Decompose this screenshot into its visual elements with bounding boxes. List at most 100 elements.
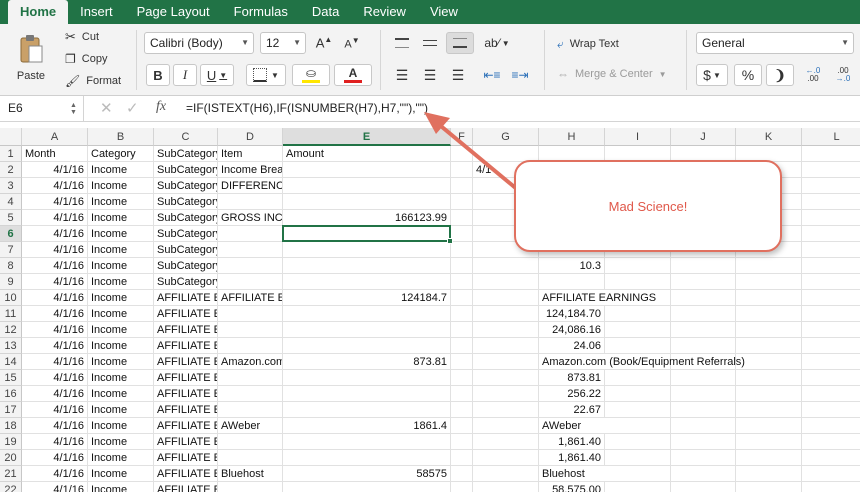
cell-g13[interactable]	[473, 338, 539, 354]
cell-g16[interactable]	[473, 386, 539, 402]
cell-h16[interactable]: 256.22	[539, 386, 605, 402]
cell-l20[interactable]	[802, 450, 860, 466]
cell-k17[interactable]	[736, 402, 802, 418]
column-header-a[interactable]: A	[22, 128, 88, 146]
cell-l19[interactable]	[802, 434, 860, 450]
column-header-d[interactable]: D	[218, 128, 283, 146]
cell-g9[interactable]	[473, 274, 539, 290]
cell-c4[interactable]: SubCategory	[154, 194, 218, 210]
row-header[interactable]: 18	[0, 418, 22, 434]
cell-l12[interactable]	[802, 322, 860, 338]
cell-l9[interactable]	[802, 274, 860, 290]
fill-color-button[interactable]: ⛀	[292, 64, 330, 86]
cell-j13[interactable]	[671, 338, 736, 354]
align-center-button[interactable]: ☰	[418, 64, 442, 86]
cell-h19[interactable]: 1,861.40	[539, 434, 605, 450]
cell-d3[interactable]: DIFFERENCE	[218, 178, 283, 194]
cell-d1[interactable]: Item	[218, 146, 283, 162]
cell-d4[interactable]	[218, 194, 283, 210]
tab-data[interactable]: Data	[300, 0, 351, 24]
cell-c2[interactable]: SubCategory	[154, 162, 218, 178]
cell-l4[interactable]	[802, 194, 860, 210]
italic-button[interactable]: I	[173, 64, 197, 86]
column-header-k[interactable]: K	[736, 128, 802, 146]
cell-e22[interactable]	[283, 482, 451, 492]
column-header-j[interactable]: J	[671, 128, 736, 146]
cell-i9[interactable]	[605, 274, 671, 290]
cell-c14[interactable]: AFFILIATE EA	[154, 354, 218, 370]
cell-d5[interactable]: GROSS INCO	[218, 210, 283, 226]
cell-c17[interactable]: AFFILIATE EA	[154, 402, 218, 418]
cell-f5[interactable]	[451, 210, 473, 226]
tab-home[interactable]: Home	[8, 0, 69, 24]
orientation-button[interactable]: ab⁄ ▼	[480, 32, 514, 54]
cell-f22[interactable]	[451, 482, 473, 492]
cell-f17[interactable]	[451, 402, 473, 418]
cell-f4[interactable]	[451, 194, 473, 210]
formula-input[interactable]: =IF(ISTEXT(H6),IF(ISNUMBER(H7),H7,""),""…	[186, 96, 428, 121]
cell-l8[interactable]	[802, 258, 860, 274]
cell-d21[interactable]: Bluehost	[218, 466, 283, 482]
confirm-icon[interactable]: ✓	[126, 99, 139, 117]
cell-k22[interactable]	[736, 482, 802, 492]
cell-k9[interactable]	[736, 274, 802, 290]
cell-g17[interactable]	[473, 402, 539, 418]
row-header[interactable]: 19	[0, 434, 22, 450]
cell-a8[interactable]: 4/1/16	[22, 258, 88, 274]
cell-d19[interactable]	[218, 434, 283, 450]
cell-l2[interactable]	[802, 162, 860, 178]
cell-b5[interactable]: Income	[88, 210, 154, 226]
currency-button[interactable]: $ ▼	[696, 64, 728, 86]
cell-j16[interactable]	[671, 386, 736, 402]
cell-e11[interactable]	[283, 306, 451, 322]
cell-e18[interactable]: 1861.4	[283, 418, 451, 434]
cell-b11[interactable]: Income	[88, 306, 154, 322]
cell-g11[interactable]	[473, 306, 539, 322]
cell-i11[interactable]	[605, 306, 671, 322]
cell-e17[interactable]	[283, 402, 451, 418]
cell-d10[interactable]: AFFILIATE EA	[218, 290, 283, 306]
cell-a1[interactable]: Month	[22, 146, 88, 162]
cell-i20[interactable]	[605, 450, 671, 466]
cell-c22[interactable]: AFFILIATE EA	[154, 482, 218, 492]
cell-k8[interactable]	[736, 258, 802, 274]
cell-e2[interactable]	[283, 162, 451, 178]
cell-g18[interactable]	[473, 418, 539, 434]
cell-c16[interactable]: AFFILIATE EA	[154, 386, 218, 402]
cell-e7[interactable]	[283, 242, 451, 258]
cell-d6[interactable]	[218, 226, 283, 242]
row-header[interactable]: 21	[0, 466, 22, 482]
cell-a6[interactable]: 4/1/16	[22, 226, 88, 242]
cell-l13[interactable]	[802, 338, 860, 354]
cell-l5[interactable]	[802, 210, 860, 226]
cell-h9[interactable]	[539, 274, 605, 290]
align-right-button[interactable]: ☰	[446, 64, 470, 86]
tab-formulas[interactable]: Formulas	[222, 0, 300, 24]
cell-f14[interactable]	[451, 354, 473, 370]
fill-handle[interactable]	[447, 238, 453, 244]
cell-f10[interactable]	[451, 290, 473, 306]
cell-l7[interactable]	[802, 242, 860, 258]
row-header[interactable]: 10	[0, 290, 22, 306]
cell-d2[interactable]: Income Brea	[218, 162, 283, 178]
cell-d20[interactable]	[218, 450, 283, 466]
cell-c15[interactable]: AFFILIATE EA	[154, 370, 218, 386]
cell-b15[interactable]: Income	[88, 370, 154, 386]
cell-c9[interactable]: SubCategory	[154, 274, 218, 290]
cell-d9[interactable]	[218, 274, 283, 290]
cell-a7[interactable]: 4/1/16	[22, 242, 88, 258]
cell-f19[interactable]	[451, 434, 473, 450]
row-header[interactable]: 4	[0, 194, 22, 210]
cell-d11[interactable]	[218, 306, 283, 322]
cell-g21[interactable]	[473, 466, 539, 482]
row-header[interactable]: 1	[0, 146, 22, 162]
cell-a4[interactable]: 4/1/16	[22, 194, 88, 210]
cell-f9[interactable]	[451, 274, 473, 290]
cell-h20[interactable]: 1,861.40	[539, 450, 605, 466]
cell-j12[interactable]	[671, 322, 736, 338]
cell-e8[interactable]	[283, 258, 451, 274]
cell-b19[interactable]: Income	[88, 434, 154, 450]
cell-j17[interactable]	[671, 402, 736, 418]
cell-d14[interactable]: Amazon.com	[218, 354, 283, 370]
cell-i15[interactable]	[605, 370, 671, 386]
